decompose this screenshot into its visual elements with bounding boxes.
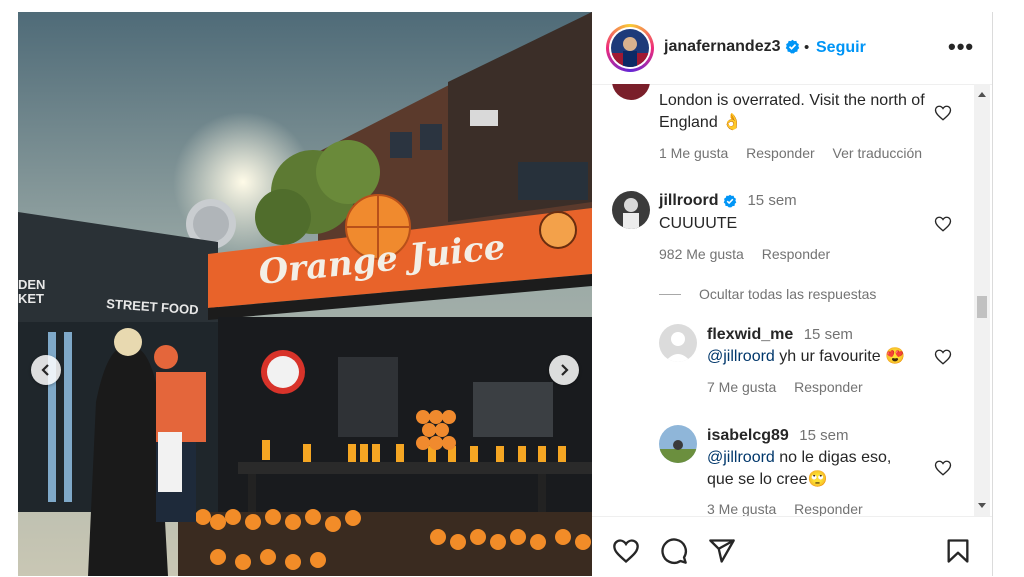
- reply-button[interactable]: Responder: [794, 501, 863, 516]
- reply-meta: 3 Me gusta Responder: [707, 501, 877, 516]
- like-count[interactable]: 982 Me gusta: [659, 246, 744, 262]
- heart-icon[interactable]: [934, 348, 952, 366]
- reply-header: isabelcg89 15 sem: [707, 427, 848, 445]
- reply-avatar[interactable]: [659, 425, 697, 463]
- scroll-down-arrow[interactable]: [978, 503, 986, 508]
- verified-icon: [785, 40, 800, 54]
- chevron-left-icon: [41, 364, 49, 376]
- reply-avatar[interactable]: [659, 324, 697, 362]
- reply-time[interactable]: 15 sem: [804, 326, 853, 343]
- reply-header: flexwid_me 15 sem: [707, 326, 853, 344]
- comment-avatar[interactable]: [612, 191, 650, 229]
- bookmark-icon[interactable]: [944, 537, 972, 565]
- heart-icon[interactable]: [934, 459, 952, 477]
- wall-text-left: DEN KET: [18, 277, 45, 306]
- next-photo-button[interactable]: [549, 355, 579, 385]
- reply-text: @jillroord no le digas eso, que se lo cre…: [707, 449, 892, 488]
- comment-text: CUUUUTE: [659, 215, 738, 232]
- comments-list[interactable]: London is overrated. Visit the north of …: [592, 84, 992, 516]
- like-count[interactable]: 3 Me gusta: [707, 501, 776, 516]
- like-count[interactable]: 1 Me gusta: [659, 145, 728, 161]
- heart-icon[interactable]: [612, 537, 640, 565]
- see-translation-button[interactable]: Ver traducción: [833, 145, 923, 161]
- reply-username[interactable]: flexwid_me: [707, 326, 793, 343]
- mention-link[interactable]: @jillroord: [707, 449, 775, 466]
- comment-icon[interactable]: [660, 537, 688, 565]
- author-avatar[interactable]: [606, 24, 654, 72]
- reply-time[interactable]: 15 sem: [799, 427, 848, 444]
- scroll-up-arrow[interactable]: [978, 92, 986, 97]
- post-photo[interactable]: DEN KET STREET FOOD Orange Juice: [18, 12, 592, 576]
- previous-photo-button[interactable]: [31, 355, 61, 385]
- more-options-button[interactable]: •••: [948, 34, 974, 60]
- comment-time[interactable]: 15 sem: [747, 192, 796, 209]
- comment-header: jillroord 15 sem: [659, 192, 797, 210]
- comment-meta: 982 Me gusta Responder: [659, 246, 844, 262]
- heart-icon[interactable]: [934, 215, 952, 233]
- heart-icon[interactable]: [934, 104, 952, 122]
- replies-divider: [659, 294, 681, 295]
- reply-button[interactable]: Responder: [762, 246, 831, 262]
- share-icon[interactable]: [708, 537, 736, 565]
- reply-meta: 7 Me gusta Responder: [707, 379, 877, 395]
- verified-icon: [723, 194, 737, 208]
- author-username[interactable]: janafernandez3: [664, 38, 800, 56]
- comment-text: London is overrated. Visit the north of …: [659, 92, 925, 131]
- reply-text: @jillroord yh ur favourite 😍: [707, 348, 906, 365]
- scrollbar-thumb[interactable]: [977, 296, 987, 318]
- photo-scene: DEN KET STREET FOOD Orange Juice: [18, 12, 592, 576]
- like-count[interactable]: 7 Me gusta: [707, 379, 776, 395]
- mention-link[interactable]: @jillroord: [707, 348, 775, 365]
- chevron-right-icon: [561, 364, 569, 376]
- hide-replies-button[interactable]: Ocultar todas las respuestas: [699, 286, 876, 302]
- reply-button[interactable]: Responder: [794, 379, 863, 395]
- comment-avatar[interactable]: [612, 84, 650, 100]
- comment-username[interactable]: jillroord: [659, 192, 719, 209]
- follow-button[interactable]: Seguir: [816, 39, 866, 57]
- comments-scrollbar[interactable]: [974, 84, 990, 516]
- comment-meta: 1 Me gusta Responder Ver traducción: [659, 145, 936, 161]
- post-side-panel: janafernandez3 • Seguir ••• London is ov…: [592, 12, 993, 576]
- reply-username[interactable]: isabelcg89: [707, 427, 789, 444]
- dot-separator: •: [804, 39, 810, 56]
- post-actions-bar: [592, 516, 992, 577]
- reply-button[interactable]: Responder: [746, 145, 815, 161]
- post-header: janafernandez3 • Seguir •••: [592, 12, 992, 85]
